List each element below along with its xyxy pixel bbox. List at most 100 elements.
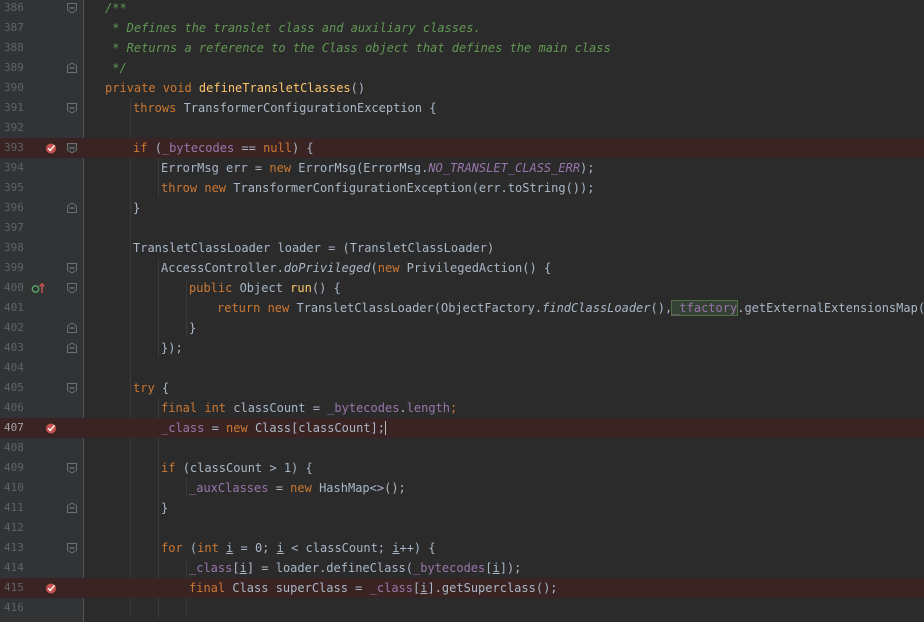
line-number: 386 bbox=[4, 1, 24, 14]
breakpoint-icon[interactable] bbox=[45, 142, 57, 154]
code-line[interactable]: 390 private void defineTransletClasses() bbox=[0, 78, 924, 98]
fold-start-icon[interactable] bbox=[66, 2, 78, 14]
code-text[interactable]: AccessController.doPrivileged(new Privil… bbox=[161, 258, 551, 278]
line-number: 395 bbox=[4, 181, 24, 194]
code-line[interactable]: 386 /** bbox=[0, 0, 924, 18]
fold-start-icon[interactable] bbox=[66, 462, 78, 474]
code-token: * Returns a reference to the Class objec… bbox=[105, 41, 611, 55]
code-line[interactable]: 387 * Defines the translet class and aux… bbox=[0, 18, 924, 38]
code-text[interactable]: throw new TransformerConfigurationExcept… bbox=[161, 178, 594, 198]
code-line[interactable]: 401 return new TransletClassLoader(Object… bbox=[0, 298, 924, 318]
code-line[interactable]: 412 bbox=[0, 518, 924, 538]
code-text[interactable]: _auxClasses = new HashMap<>(); bbox=[189, 478, 406, 498]
line-number: 391 bbox=[4, 101, 24, 114]
code-line[interactable]: 396} bbox=[0, 198, 924, 218]
code-token: if bbox=[161, 461, 183, 475]
code-text[interactable]: if (_bytecodes == null) { bbox=[133, 138, 314, 158]
line-number: 413 bbox=[4, 541, 24, 554]
code-text[interactable]: } bbox=[189, 318, 196, 338]
code-text[interactable]: for (int i = 0; i < classCount; i++) { bbox=[161, 538, 436, 558]
code-line[interactable]: 407 _class = new Class[classCount]; bbox=[0, 418, 924, 438]
fold-start-icon[interactable] bbox=[66, 282, 78, 294]
fold-end-icon[interactable] bbox=[66, 502, 78, 514]
fold-end-icon[interactable] bbox=[66, 62, 78, 74]
line-number: 408 bbox=[4, 441, 24, 454]
code-line[interactable]: 402} bbox=[0, 318, 924, 338]
code-token: Class[classCount]; bbox=[254, 421, 385, 435]
code-line[interactable]: 391 throws TransformerConfigurationExcept… bbox=[0, 98, 924, 118]
code-line[interactable]: 397 bbox=[0, 218, 924, 238]
line-number: 415 bbox=[4, 581, 24, 594]
code-text[interactable]: _class[i] = loader.defineClass(_bytecode… bbox=[189, 558, 521, 578]
code-token: */ bbox=[105, 61, 127, 75]
code-token: HashMap<>(); bbox=[319, 481, 406, 495]
fold-start-icon[interactable] bbox=[66, 262, 78, 274]
code-text[interactable]: * Defines the translet class and auxilia… bbox=[105, 18, 480, 38]
code-line[interactable]: 416 bbox=[0, 598, 924, 618]
code-line[interactable]: 393 if (_bytecodes == null) { bbox=[0, 138, 924, 158]
code-text[interactable]: final Class superClass = _class[i].getSu… bbox=[189, 578, 558, 598]
code-text[interactable]: * Returns a reference to the Class objec… bbox=[105, 38, 611, 58]
code-text[interactable]: return new TransletClassLoader(ObjectFac… bbox=[217, 298, 924, 318]
code-line[interactable]: 409 if (classCount > 1) { bbox=[0, 458, 924, 478]
code-text[interactable]: _class = new Class[classCount]; bbox=[161, 418, 386, 438]
implements-method-icon[interactable] bbox=[31, 281, 47, 295]
code-token: int bbox=[197, 541, 227, 555]
code-line[interactable]: 411} bbox=[0, 498, 924, 518]
code-token: if bbox=[133, 141, 155, 155]
code-text[interactable]: public Object run() { bbox=[189, 278, 341, 298]
code-editor[interactable]: 386 /** 387 * Defines the translet class a… bbox=[0, 0, 924, 622]
code-token: (), bbox=[650, 301, 673, 315]
fold-start-icon[interactable] bbox=[66, 102, 78, 114]
code-token: AccessController. bbox=[161, 261, 284, 275]
fold-start-icon[interactable] bbox=[66, 382, 78, 394]
code-line[interactable]: 410 _auxClasses = new HashMap<>(); bbox=[0, 478, 924, 498]
code-line[interactable]: 406 final int classCount = _bytecodes.len… bbox=[0, 398, 924, 418]
code-text[interactable]: ErrorMsg err = new ErrorMsg(ErrorMsg.NO_… bbox=[161, 158, 595, 178]
code-line[interactable]: 413 for (int i = 0; i < classCount; i++) … bbox=[0, 538, 924, 558]
line-number: 407 bbox=[4, 421, 24, 434]
code-line[interactable]: 398 TransletClassLoader loader = (Transle… bbox=[0, 238, 924, 258]
code-line[interactable]: 404 bbox=[0, 358, 924, 378]
code-line[interactable]: 399 AccessController.doPrivileged(new Pri… bbox=[0, 258, 924, 278]
code-text[interactable]: if (classCount > 1) { bbox=[161, 458, 313, 478]
code-line[interactable]: 389 */ bbox=[0, 58, 924, 78]
code-text[interactable]: }); bbox=[161, 338, 183, 358]
line-number: 412 bbox=[4, 521, 24, 534]
fold-end-icon[interactable] bbox=[66, 202, 78, 214]
fold-start-icon[interactable] bbox=[66, 542, 78, 554]
code-line[interactable]: 408 bbox=[0, 438, 924, 458]
code-token: (classCount > 1) { bbox=[182, 461, 313, 475]
breakpoint-icon[interactable] bbox=[45, 582, 57, 594]
code-token: NO_TRANSLET_CLASS_ERR bbox=[428, 161, 581, 175]
code-token: _class bbox=[369, 581, 413, 595]
code-line[interactable]: 415 final Class superClass = _class[i].ge… bbox=[0, 578, 924, 598]
code-line[interactable]: 414 _class[i] = loader.defineClass(_bytec… bbox=[0, 558, 924, 578]
code-text[interactable]: throws TransformerConfigurationException… bbox=[133, 98, 436, 118]
code-text[interactable]: private void defineTransletClasses() bbox=[105, 78, 365, 98]
code-text[interactable]: final int classCount = _bytecodes.length… bbox=[161, 398, 457, 418]
code-text[interactable]: } bbox=[161, 498, 168, 518]
fold-end-icon[interactable] bbox=[66, 342, 78, 354]
code-line[interactable]: 388 * Returns a reference to the Class o… bbox=[0, 38, 924, 58]
code-token: ++) { bbox=[399, 541, 436, 555]
code-token: _bytecodes bbox=[413, 561, 486, 575]
fold-end-icon[interactable] bbox=[66, 322, 78, 334]
code-token: doPrivileged bbox=[283, 261, 371, 275]
code-line[interactable]: 392 bbox=[0, 118, 924, 138]
fold-start-icon[interactable] bbox=[66, 142, 78, 154]
code-line[interactable]: 405 try { bbox=[0, 378, 924, 398]
code-text[interactable]: /** bbox=[105, 0, 127, 18]
code-text[interactable]: */ bbox=[105, 58, 127, 78]
code-line[interactable]: 403}); bbox=[0, 338, 924, 358]
code-token: return new bbox=[217, 301, 297, 315]
code-line[interactable]: 394 ErrorMsg err = new ErrorMsg(ErrorMsg.… bbox=[0, 158, 924, 178]
code-line[interactable]: 395 throw new TransformerConfigurationExc… bbox=[0, 178, 924, 198]
code-token: TransletClassLoader(ObjectFactory. bbox=[296, 301, 543, 315]
breakpoint-icon[interactable] bbox=[45, 422, 57, 434]
line-number: 389 bbox=[4, 61, 24, 74]
code-text[interactable]: TransletClassLoader loader = (TransletCl… bbox=[133, 238, 494, 258]
code-text[interactable]: try { bbox=[133, 378, 169, 398]
code-text[interactable]: } bbox=[133, 198, 140, 218]
code-line[interactable]: 400 public Object run() { bbox=[0, 278, 924, 298]
